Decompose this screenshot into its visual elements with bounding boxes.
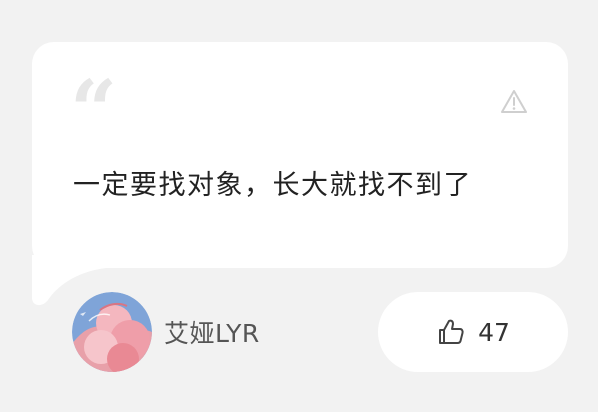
pink-flower-avatar — [72, 292, 152, 372]
quote-mark-icon: “ — [70, 63, 118, 159]
quote-card: “ 一定要找对象，长大就找不到了 — [32, 42, 568, 268]
thumbs-up-icon — [439, 319, 464, 344]
author-name[interactable]: 艾娅LYR — [164, 314, 260, 350]
warning-triangle-icon[interactable] — [500, 88, 528, 116]
quote-text: 一定要找对象，长大就找不到了 — [73, 170, 472, 201]
like-button[interactable]: 47 — [378, 292, 568, 372]
like-count: 47 — [478, 317, 510, 347]
author-profile[interactable]: 艾娅LYR — [72, 292, 260, 372]
avatar[interactable] — [72, 292, 152, 372]
